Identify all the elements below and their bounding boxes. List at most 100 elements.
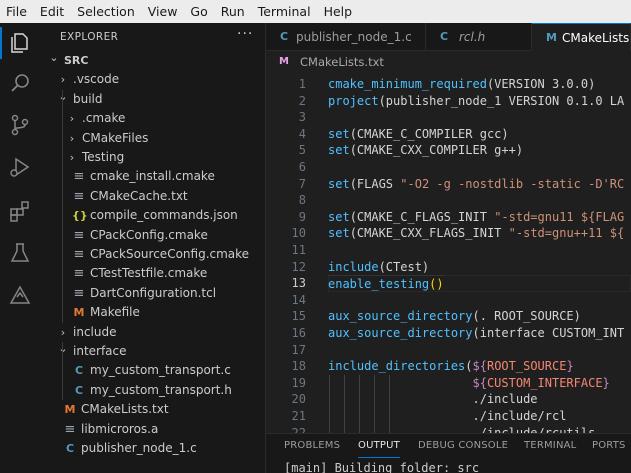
menu-terminal[interactable]: Terminal: [258, 0, 311, 23]
code-token: "-O2 -g -nostdlib -static -D'RC: [400, 176, 625, 191]
menu-help[interactable]: Help: [324, 0, 353, 23]
panel-tab-problems[interactable]: PROBLEMS: [284, 434, 340, 458]
code-text: project(publisher_node_1 VERSION 0.1.0 L…: [328, 93, 624, 110]
tree-item-label: .cmake: [82, 111, 126, 126]
tree-file[interactable]: ≡ CMakeCache.txt: [40, 187, 265, 206]
line-number: 2: [298, 93, 306, 108]
code-line: 15 aux_source_directory(. ROOT_SOURCE): [266, 308, 631, 325]
breadcrumb[interactable]: M CMakeLists.txt: [266, 51, 631, 73]
text-file-icon: ≡: [73, 188, 85, 204]
code-editor[interactable]: 1 cmake_minimum_required(VERSION 3.0.0) 2 p…: [266, 73, 631, 433]
tree-folder[interactable]: ⌄ build: [40, 90, 265, 109]
text-file-icon: ≡: [73, 169, 85, 185]
tree-item-label: CPackConfig.cmake: [90, 227, 208, 242]
text-file-icon: ≡: [73, 285, 85, 301]
breadcrumb-file[interactable]: CMakeLists.txt: [300, 51, 384, 73]
text-file-icon: ≡: [73, 266, 85, 282]
tab-publisher-node-1-c[interactable]: Cpublisher_node_1.c: [266, 23, 426, 51]
source-control-icon[interactable]: [8, 113, 32, 137]
chevron-down-icon: ⌄: [58, 89, 68, 103]
tree-file[interactable]: M CMakeLists.txt: [40, 400, 265, 419]
panel-tab-ports[interactable]: PORTS: [592, 434, 626, 458]
tab-label: publisher_node_1.c: [296, 30, 412, 44]
panel-tab-debug-console[interactable]: DEBUG CONSOLE: [418, 434, 508, 458]
tab-label: rcl.h: [459, 30, 486, 44]
tree-item-label: CTestTestfile.cmake: [90, 266, 208, 281]
tree-item-label: include: [73, 324, 117, 339]
tree-folder[interactable]: › include: [40, 323, 265, 342]
editor-tab-bar: Cpublisher_node_1.c Crcl.h M CMakeLists.t: [266, 23, 631, 51]
tree-file[interactable]: Cpublisher_node_1.c: [40, 439, 265, 458]
c-file-icon: C: [280, 30, 289, 43]
code-token: set: [328, 209, 350, 224]
code-text: set(CMAKE_C_FLAGS_INIT "-std=gnu11 ${FLA…: [328, 209, 624, 226]
tree-folder[interactable]: › Testing: [40, 148, 265, 167]
menu-file[interactable]: File: [6, 0, 27, 23]
code-token: (CMAKE_C_COMPILER gcc): [349, 126, 509, 141]
tab-rcl-h[interactable]: Crcl.h: [426, 23, 532, 51]
text-file-icon: ≡: [64, 421, 76, 437]
menu-view[interactable]: View: [148, 0, 178, 23]
tree-item-label: cmake_install.cmake: [90, 169, 215, 184]
tab-cmakelists-t[interactable]: M CMakeLists.t: [532, 23, 631, 51]
line-number: 18: [291, 359, 306, 374]
tree-file[interactable]: ≡ CPackConfig.cmake: [40, 226, 265, 245]
code-line: 14: [266, 292, 631, 309]
panel-tab-terminal[interactable]: TERMINAL: [524, 434, 576, 458]
tree-file[interactable]: {} compile_commands.json: [40, 206, 265, 225]
code-line: 10 set(CMAKE_CXX_FLAGS_INIT "-std=gnu++11…: [266, 225, 631, 242]
menu-edit[interactable]: Edit: [40, 0, 64, 23]
code-text: set(FLAGS "-O2 -g -nostdlib -static -D'R…: [328, 176, 624, 193]
code-token: aux_source_directory: [328, 309, 473, 324]
line-number: 4: [298, 126, 306, 141]
tree-item-label: compile_commands.json: [90, 208, 238, 223]
more-actions-icon[interactable]: ···: [237, 26, 253, 42]
tree-folder[interactable]: ⌄ SRC: [40, 51, 265, 70]
code-token: (CMAKE_CXX_COMPILER g++): [349, 143, 524, 158]
extensions-icon[interactable]: [8, 199, 32, 223]
testing-icon[interactable]: [8, 241, 32, 265]
tree-item-label: Makefile: [90, 305, 140, 320]
tree-file[interactable]: ≡ DartConfiguration.tcl: [40, 284, 265, 303]
tree-folder[interactable]: › CMakeFiles: [40, 129, 265, 148]
tree-file[interactable]: Cmy_custom_transport.h: [40, 381, 265, 400]
tree-file[interactable]: M Makefile: [40, 303, 265, 322]
panel-tab-output[interactable]: OUTPUT: [358, 434, 400, 458]
tree-file[interactable]: ≡ CTestTestfile.cmake: [40, 264, 265, 283]
code-token: (CMAKE_CXX_FLAGS_INIT: [349, 226, 509, 241]
code-token: set: [328, 226, 350, 241]
activity-bar: [0, 23, 40, 473]
cmake-file-icon: M: [73, 306, 85, 320]
menu-run[interactable]: Run: [221, 0, 245, 23]
code-token: "-std=gnu11 ${FLAG: [494, 209, 625, 224]
run-debug-icon[interactable]: [8, 155, 32, 179]
line-number: 21: [291, 409, 306, 423]
c-file-icon: C: [65, 442, 75, 455]
line-number: 13: [291, 276, 306, 291]
tree-file[interactable]: Cmy_custom_transport.c: [40, 361, 265, 380]
code-token: set: [328, 143, 350, 158]
tree-file[interactable]: ≡ libmicroros.a: [40, 420, 265, 439]
search-icon[interactable]: [8, 71, 32, 95]
json-file-icon: {}: [72, 209, 88, 223]
code-token: (VERSION 3.0.0): [486, 77, 596, 91]
code-line: 3: [266, 109, 631, 126]
tree-file[interactable]: ≡ CPackSourceConfig.cmake: [40, 245, 265, 264]
tree-folder[interactable]: ⌄ interface: [40, 342, 265, 361]
files-icon[interactable]: [8, 31, 32, 55]
indent-guide: [389, 374, 390, 433]
tree-item-label: DartConfiguration.tcl: [90, 285, 217, 300]
line-number: 16: [291, 326, 306, 340]
tree-folder[interactable]: › .vscode: [40, 70, 265, 89]
remote-icon[interactable]: [8, 283, 32, 307]
code-line: 5 set(CMAKE_CXX_COMPILER g++): [266, 142, 631, 159]
code-token: ${: [472, 359, 487, 374]
tree-folder[interactable]: › .cmake: [40, 109, 265, 128]
code-text: aux_source_directory(. ROOT_SOURCE): [328, 308, 581, 325]
tree-file[interactable]: ≡ cmake_install.cmake: [40, 167, 265, 186]
menu-go[interactable]: Go: [190, 0, 207, 23]
code-token: set: [328, 176, 350, 191]
menu-selection[interactable]: Selection: [77, 0, 135, 23]
